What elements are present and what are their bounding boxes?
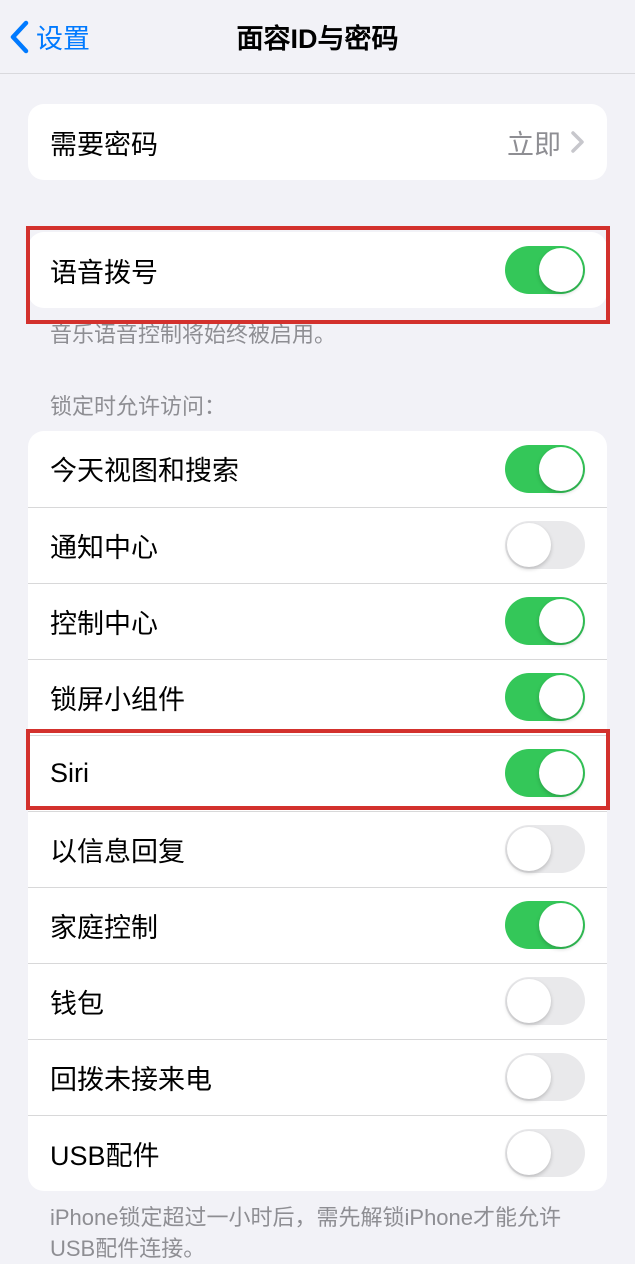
voice-dial-group: 语音拨号 xyxy=(28,232,607,308)
require-passcode-row[interactable]: 需要密码 立即 xyxy=(28,104,607,180)
passcode-group: 需要密码 立即 xyxy=(28,104,607,180)
lock-access-toggle[interactable] xyxy=(505,749,585,797)
lock-access-row: 以信息回复 xyxy=(28,811,607,887)
lock-access-item-label: 家庭控制 xyxy=(50,906,505,945)
lock-access-toggle[interactable] xyxy=(505,901,585,949)
voice-dial-label: 语音拨号 xyxy=(50,251,505,290)
lock-access-item-label: USB配件 xyxy=(50,1134,505,1173)
lock-access-row: 今天视图和搜索 xyxy=(28,431,607,507)
lock-access-row: USB配件 xyxy=(28,1115,607,1191)
require-passcode-value: 立即 xyxy=(507,123,561,162)
back-label: 设置 xyxy=(36,17,90,56)
lock-access-item-label: 控制中心 xyxy=(50,602,505,641)
voice-dial-footer: 音乐语音控制将始终被启用。 xyxy=(0,308,635,351)
lock-access-row: 控制中心 xyxy=(28,583,607,659)
lock-access-toggle[interactable] xyxy=(505,445,585,493)
lock-access-toggle[interactable] xyxy=(505,1129,585,1177)
voice-dial-toggle[interactable] xyxy=(505,246,585,294)
lock-access-toggle[interactable] xyxy=(505,673,585,721)
lock-access-row: 家庭控制 xyxy=(28,887,607,963)
lock-access-row: Siri xyxy=(28,735,607,811)
lock-access-header: 锁定时允许访问： xyxy=(0,389,635,431)
lock-access-toggle[interactable] xyxy=(505,1053,585,1101)
lock-access-toggle[interactable] xyxy=(505,597,585,645)
lock-access-row: 回拨未接来电 xyxy=(28,1039,607,1115)
lock-access-item-label: Siri xyxy=(50,758,505,789)
require-passcode-label: 需要密码 xyxy=(50,123,507,162)
voice-dial-row: 语音拨号 xyxy=(28,232,607,308)
lock-access-toggle[interactable] xyxy=(505,521,585,569)
lock-access-item-label: 回拨未接来电 xyxy=(50,1058,505,1097)
lock-access-row: 钱包 xyxy=(28,963,607,1039)
lock-access-row: 通知中心 xyxy=(28,507,607,583)
back-button[interactable]: 设置 xyxy=(0,17,90,56)
lock-access-group: 今天视图和搜索通知中心控制中心锁屏小组件 Siri 以信息回复家庭控制钱包回拨未接来… xyxy=(28,431,607,1191)
page-title: 面容ID与密码 xyxy=(237,17,399,56)
lock-access-item-label: 钱包 xyxy=(50,982,505,1021)
lock-access-item-label: 通知中心 xyxy=(50,526,505,565)
lock-access-toggle[interactable] xyxy=(505,825,585,873)
lock-access-row: 锁屏小组件 xyxy=(28,659,607,735)
lock-access-item-label: 以信息回复 xyxy=(50,830,505,869)
chevron-right-icon xyxy=(571,131,585,153)
navigation-bar: 设置 面容ID与密码 xyxy=(0,0,635,74)
lock-access-item-label: 锁屏小组件 xyxy=(50,678,505,717)
lock-access-item-label: 今天视图和搜索 xyxy=(50,449,505,488)
lock-access-footer: iPhone锁定超过一小时后，需先解锁iPhone才能允许USB配件连接。 xyxy=(0,1191,635,1264)
lock-access-toggle[interactable] xyxy=(505,977,585,1025)
chevron-left-icon xyxy=(8,20,30,54)
